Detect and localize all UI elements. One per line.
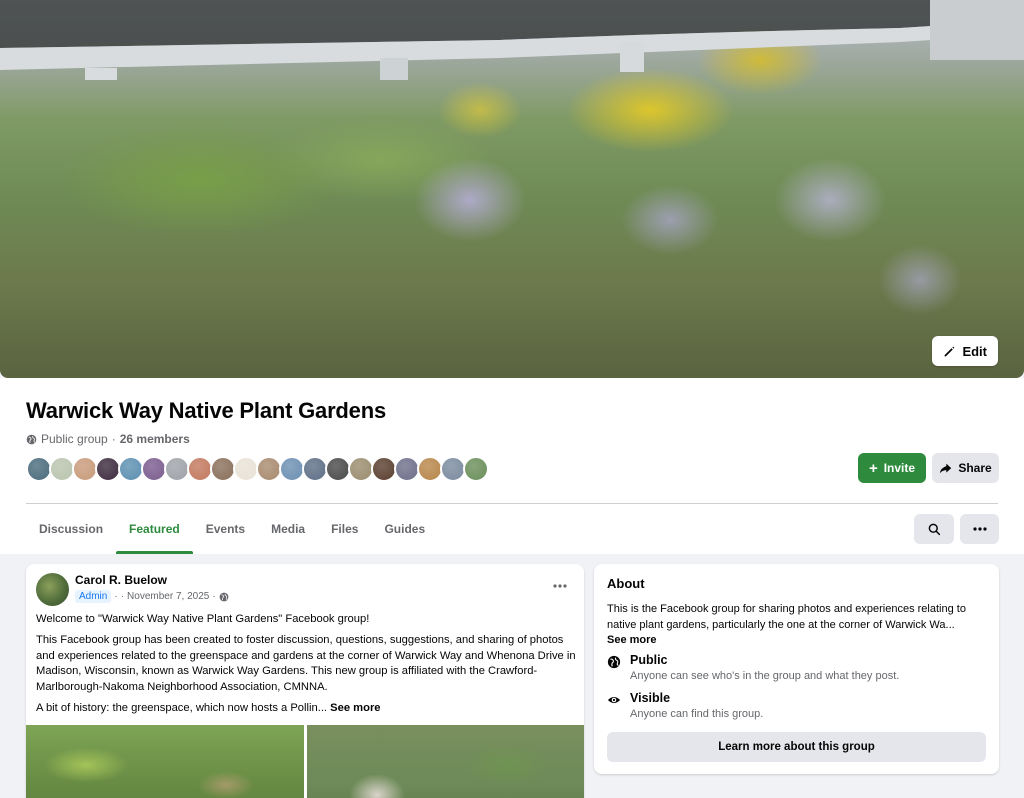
post-subline: Admin · · November 7, 2025 · [75,590,229,603]
plus-icon: + [868,459,878,477]
globe-icon [607,655,621,669]
more-dots-icon [972,527,987,531]
edit-cover-label: Edit [962,343,987,359]
learn-more-button[interactable]: Learn more about this group [607,732,986,762]
tab-guides[interactable]: Guides [371,504,438,554]
subline-separator-2: · [120,591,125,602]
post-paragraph-preview: A bit of history: the greenspace, which … [36,701,576,716]
cover-photo: Edit [0,0,1024,378]
post-paragraph: This Facebook group has been created to … [36,634,576,693]
about-title: About [607,576,645,591]
group-tabs: Discussion Featured Events Media Files G… [26,504,438,554]
tab-media[interactable]: Media [258,504,318,554]
about-see-more-link[interactable]: See more [607,634,657,646]
about-visible-row: Visible Anyone can find this group. [607,691,763,720]
bridge-graphic [0,0,1024,80]
public-description: Anyone can see who's in the group and wh… [630,670,900,682]
eye-icon [607,696,621,704]
search-icon [928,523,940,535]
history-preview: A bit of history: the greenspace, which … [36,702,328,715]
tab-featured[interactable]: Featured [116,504,193,554]
meta-separator: · [111,432,116,446]
visible-title: Visible [630,691,671,705]
visible-description: Anyone can find this group. [630,708,764,720]
more-dots-icon [553,584,567,588]
group-title[interactable]: Warwick Way Native Plant Gardens [26,398,386,424]
admin-badge: Admin [75,590,112,603]
featured-post: Carol R. Buelow Admin · · November 7, 20… [26,564,584,798]
post-photo[interactable] [307,725,584,798]
tab-events[interactable]: Events [193,504,258,554]
globe-icon [219,592,229,601]
post-body: Welcome to "Warwick Way Native Plant Gar… [36,612,576,722]
privacy-label: Public group [41,432,108,446]
group-header: Warwick Way Native Plant Gardens Public … [0,378,1024,554]
group-more-button[interactable] [960,514,999,544]
about-description: This is the Facebook group for sharing p… [607,602,992,649]
tab-discussion[interactable]: Discussion [26,504,116,554]
public-title: Public [630,653,668,667]
invite-label: Invite [883,461,916,475]
tab-files[interactable]: Files [318,504,371,554]
about-public-row: Public Anyone can see who's in the group… [607,653,899,682]
globe-icon [26,434,37,444]
post-author[interactable]: Carol R. Buelow [75,573,167,587]
post-paragraph: Welcome to "Warwick Way Native Plant Gar… [36,613,370,625]
about-description-text: This is the Facebook group for sharing p… [607,603,966,631]
see-more-link[interactable]: See more [330,702,380,714]
post-date[interactable]: November 7, 2025 [127,591,209,602]
subline-separator-3: · [212,591,216,602]
share-label: Share [958,461,992,475]
group-meta: Public group · 26 members [26,432,190,446]
about-card: About This is the Facebook group for sha… [594,564,999,774]
member-avatars[interactable] [26,456,489,482]
subline-separator: · [114,591,118,602]
share-button[interactable]: Share [932,453,999,483]
pencil-icon [945,346,955,356]
author-avatar[interactable] [36,573,69,606]
group-search-button[interactable] [914,514,954,544]
share-arrow-icon [940,463,952,473]
invite-button[interactable]: + Invite [858,453,926,483]
member-count[interactable]: 26 members [120,432,190,446]
edit-cover-button[interactable]: Edit [932,336,998,366]
post-options-button[interactable] [546,576,574,596]
member-avatar[interactable] [463,456,489,482]
post-photo[interactable] [26,725,304,798]
